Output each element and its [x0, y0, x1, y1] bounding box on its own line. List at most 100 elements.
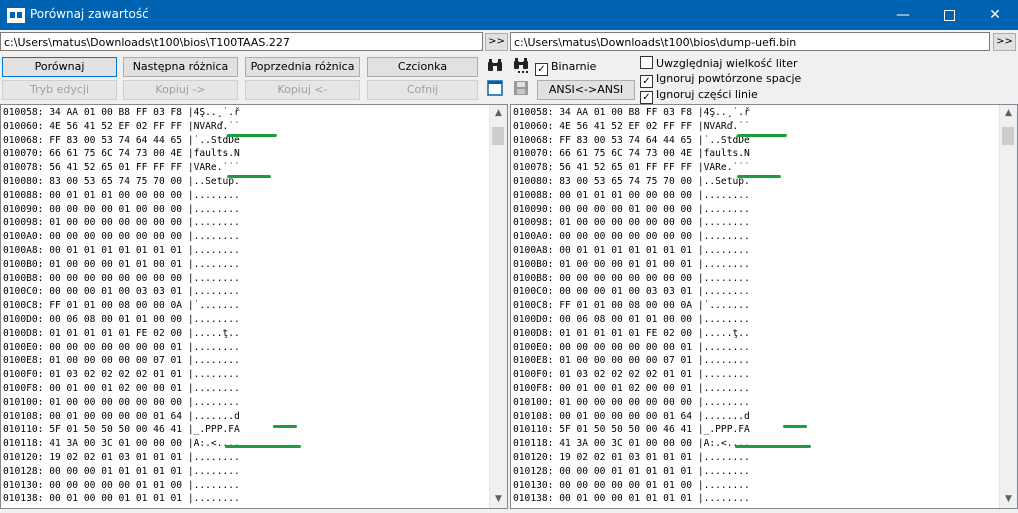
previous-difference-button[interactable]: Poprzednia różnica — [245, 57, 360, 77]
hex-line: 010128: 00 00 00 01 01 01 01 01 |.......… — [513, 465, 750, 477]
ignore-partial-lines-checkbox[interactable]: ✓ Ignoruj części linie — [640, 88, 758, 104]
hex-line: 010100: 01 00 00 00 00 00 00 00 |.......… — [513, 396, 750, 408]
compare-app-icon — [7, 8, 25, 23]
checkbox-label: Ignoruj części linie — [656, 88, 758, 101]
scroll-up-arrow[interactable]: ▲ — [1000, 105, 1017, 122]
diff-marker — [783, 425, 807, 428]
scroll-thumb[interactable] — [492, 127, 504, 145]
hex-line: 010128: 00 00 00 01 01 01 01 01 |.......… — [3, 465, 240, 477]
hex-line: 0100C8: FF 01 01 00 08 00 00 0A |˙......… — [513, 300, 750, 312]
next-difference-button[interactable]: Następna różnica — [123, 57, 238, 77]
hex-line: 010058: 34 AA 01 00 B8 FF 03 F8 |4Ş..¸˙.… — [3, 107, 240, 118]
left-hex-pane[interactable]: 010058: 34 AA 01 00 B8 FF 03 F8 |4Ş..¸˙.… — [0, 104, 508, 509]
hex-line: 010090: 00 00 00 00 01 00 00 00 |.......… — [513, 203, 750, 215]
right-vertical-scrollbar[interactable]: ▲ ▼ — [999, 105, 1017, 508]
hex-line: 010110: 5F 01 50 50 50 00 46 41 |_.PPP.F… — [513, 424, 750, 436]
hex-line: 010118: 41 3A 00 3C 01 00 00 00 |A:.<...… — [3, 438, 240, 450]
hex-line: 0100E0: 00 00 00 00 00 00 00 01 |.......… — [513, 341, 750, 353]
hex-line: 010130: 00 00 00 00 00 01 01 00 |.......… — [513, 479, 750, 491]
font-button[interactable]: Czcionka — [367, 57, 478, 77]
hex-line: 010080: 83 00 53 65 74 75 70 00 |..Setup… — [3, 175, 240, 187]
hex-line: 0100C0: 00 00 00 01 00 03 03 01 |.......… — [513, 286, 750, 298]
hex-line: 010068: FF 83 00 53 74 64 44 65 |˙..StdD… — [513, 134, 750, 146]
window-layout-icon[interactable] — [486, 80, 504, 98]
hex-line: 010098: 01 00 00 00 00 00 00 00 |.......… — [513, 217, 750, 229]
checkbox-label: Binarnie — [551, 60, 597, 73]
checkbox-box: ✓ — [640, 91, 653, 104]
hex-line: 010120: 19 02 02 01 03 01 01 01 |.......… — [513, 451, 750, 463]
hex-line: 0100B8: 00 00 00 00 00 00 00 00 |.......… — [513, 272, 750, 284]
window-title: Porównaj zawartość — [30, 7, 149, 21]
hex-line: 010070: 66 61 75 6C 74 73 00 4E |faults.… — [3, 148, 240, 160]
maximize-button[interactable] — [926, 0, 972, 30]
hex-line: 010120: 19 02 02 01 03 01 01 01 |.......… — [3, 451, 240, 463]
ignore-spaces-checkbox[interactable]: ✓ Ignoruj powtórzone spacje — [640, 72, 802, 88]
hex-line: 010138: 00 01 00 00 01 01 01 01 |.......… — [513, 493, 750, 505]
save-icon[interactable] — [512, 80, 530, 98]
right-browse-button[interactable]: >> — [993, 33, 1016, 51]
hex-line: 010090: 00 00 00 00 01 00 00 00 |.......… — [3, 203, 240, 215]
scroll-thumb[interactable] — [1002, 127, 1014, 145]
compare-button[interactable]: Porównaj — [2, 57, 117, 77]
hex-line: 0100E8: 01 00 00 00 00 00 07 01 |.......… — [3, 355, 240, 367]
binary-checkbox[interactable]: ✓ Binarnie — [535, 60, 597, 76]
diff-marker — [227, 175, 271, 178]
hex-line: 010130: 00 00 00 00 00 01 01 00 |.......… — [3, 479, 240, 491]
hex-line: 010078: 56 41 52 65 01 FF FF FF |VARe.˙˙… — [3, 162, 240, 174]
scroll-up-arrow[interactable]: ▲ — [490, 105, 507, 122]
hex-line: 0100F0: 01 03 02 02 02 02 01 01 |.......… — [513, 369, 750, 381]
diff-marker — [273, 425, 297, 428]
diff-marker — [227, 134, 277, 137]
hex-line: 010100: 01 00 00 00 00 00 00 00 |.......… — [3, 396, 240, 408]
checkbox-label: Uwzględniaj wielkość liter — [656, 57, 798, 70]
hex-line: 0100B0: 01 00 00 00 01 01 00 01 |.......… — [513, 258, 750, 270]
hex-line: 010060: 4E 56 41 52 EF 02 FF FF |NVARď.˙… — [513, 120, 750, 132]
scroll-down-arrow[interactable]: ▼ — [490, 491, 507, 508]
hex-line: 010060: 4E 56 41 52 EF 02 FF FF |NVARď.˙… — [3, 120, 240, 132]
checkbox-label: Ignoruj powtórzone spacje — [656, 72, 802, 85]
hex-line: 010080: 83 00 53 65 74 75 70 00 |..Setup… — [513, 175, 750, 187]
hex-line: 010068: FF 83 00 53 74 64 44 65 |˙..StdD… — [3, 134, 240, 146]
right-hex-pane[interactable]: 010058: 34 AA 01 00 B8 FF 03 F8 |4Ş..¸˙.… — [510, 104, 1018, 509]
hex-line: 0100D8: 01 01 01 01 01 FE 02 00 |.....ţ.… — [3, 327, 240, 339]
hex-line: 0100F8: 00 01 00 01 02 00 00 01 |.......… — [513, 382, 750, 394]
left-vertical-scrollbar[interactable]: ▲ ▼ — [489, 105, 507, 508]
copy-left-button[interactable]: Kopiuj <- — [245, 80, 360, 100]
scroll-down-arrow[interactable]: ▼ — [1000, 491, 1017, 508]
maximize-icon — [943, 9, 955, 21]
left-browse-button[interactable]: >> — [485, 33, 508, 51]
hex-line: 0100E0: 00 00 00 00 00 00 00 01 |.......… — [3, 341, 240, 353]
close-button[interactable]: ✕ — [972, 0, 1018, 30]
hex-line: 010088: 00 01 01 01 00 00 00 00 |.......… — [513, 189, 750, 201]
hex-line: 010118: 41 3A 00 3C 01 00 00 00 |A:.<...… — [513, 438, 750, 450]
diff-marker — [735, 445, 811, 448]
hex-line: 0100C0: 00 00 00 01 00 03 03 01 |.......… — [3, 286, 240, 298]
hex-line: 0100B0: 01 00 00 00 01 01 00 01 |.......… — [3, 258, 240, 270]
hex-line: 010098: 01 00 00 00 00 00 00 00 |.......… — [3, 217, 240, 229]
hex-line: 0100A0: 00 00 00 00 00 00 00 00 |.......… — [3, 231, 240, 243]
hex-line: 0100A8: 00 01 01 01 01 01 01 01 |.......… — [3, 244, 240, 256]
hex-line: 0100D0: 00 06 08 00 01 01 00 00 |.......… — [3, 313, 240, 325]
ansi-convert-button[interactable]: ANSI<->ANSI — [537, 80, 635, 100]
minimize-button[interactable]: — — [880, 0, 926, 30]
undo-button[interactable]: Cofnij — [367, 80, 478, 100]
hex-line: 0100D8: 01 01 01 01 01 FE 02 00 |.....ţ.… — [513, 327, 750, 339]
copy-right-button[interactable]: Kopiuj -> — [123, 80, 238, 100]
hex-line: 0100F8: 00 01 00 01 02 00 00 01 |.......… — [3, 382, 240, 394]
binoculars-icon[interactable] — [486, 58, 504, 76]
hex-line: 010108: 00 01 00 00 00 00 01 64 |.......… — [3, 410, 240, 422]
hex-line: 010088: 00 01 01 01 00 00 00 00 |.......… — [3, 189, 240, 201]
hex-line: 010110: 5F 01 50 50 50 00 46 41 |_.PPP.F… — [3, 424, 240, 436]
hex-line: 0100A8: 00 01 01 01 01 01 01 01 |.......… — [513, 244, 750, 256]
diff-marker — [737, 134, 787, 137]
hex-line: 0100E8: 01 00 00 00 00 00 07 01 |.......… — [513, 355, 750, 367]
diff-marker — [737, 175, 781, 178]
right-file-path-field[interactable]: c:\Users\matus\Downloads\t100\bios\dump-… — [510, 32, 990, 51]
hex-line: 010070: 66 61 75 6C 74 73 00 4E |faults.… — [513, 148, 750, 160]
checkbox-box — [640, 56, 653, 69]
find-next-icon[interactable] — [512, 58, 530, 76]
edit-mode-button[interactable]: Tryb edycji — [2, 80, 117, 100]
title-bar: Porównaj zawartość — ✕ — [0, 0, 1018, 30]
case-sensitive-checkbox[interactable]: Uwzględniaj wielkość liter — [640, 56, 798, 70]
left-file-path-field[interactable]: c:\Users\matus\Downloads\t100\bios\T100T… — [0, 32, 483, 51]
